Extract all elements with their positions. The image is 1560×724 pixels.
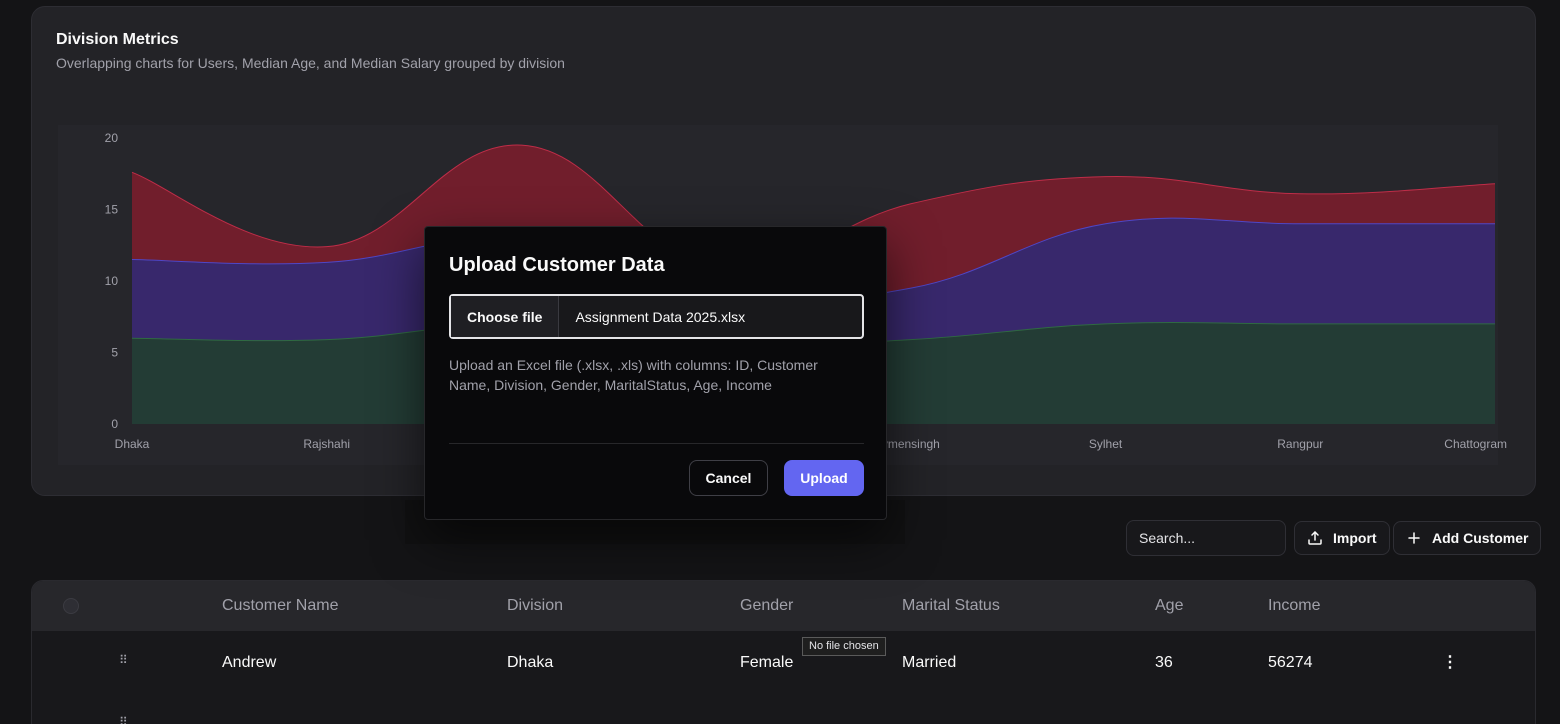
file-input[interactable]: Choose file Assignment Data 2025.xlsx bbox=[449, 294, 864, 339]
drag-handle-icon[interactable]: ⠿ bbox=[119, 653, 128, 667]
choose-file-button[interactable]: Choose file bbox=[451, 296, 560, 337]
upload-dialog: Upload Customer Data Choose file Assignm… bbox=[424, 226, 887, 520]
y-tick-label: 0 bbox=[111, 417, 118, 431]
y-tick-label: 10 bbox=[105, 274, 119, 288]
x-tick-label: Dhaka bbox=[115, 437, 150, 451]
x-tick-label: Rajshahi bbox=[303, 437, 350, 451]
table-row[interactable]: ⠿ Andrew Dhaka Female Married 36 56274 ⋮ bbox=[32, 631, 1535, 693]
cancel-button[interactable]: Cancel bbox=[689, 460, 768, 496]
cell-income: 56274 bbox=[1268, 654, 1313, 671]
y-tick-label: 20 bbox=[105, 131, 119, 145]
cell-customer-name: Andrew bbox=[222, 654, 277, 671]
x-tick-label: Sylhet bbox=[1089, 437, 1123, 451]
customers-table: Customer Name Division Gender Marital St… bbox=[31, 580, 1536, 724]
selected-file-name: Assignment Data 2025.xlsx bbox=[575, 308, 746, 325]
header-marital-status[interactable]: Marital Status bbox=[902, 597, 1000, 615]
header-gender[interactable]: Gender bbox=[740, 597, 793, 615]
file-input-tooltip: No file chosen bbox=[802, 637, 886, 656]
import-button[interactable]: Import bbox=[1294, 521, 1390, 555]
dialog-divider bbox=[449, 443, 864, 444]
cell-division: Dhaka bbox=[507, 654, 554, 671]
cell-marital-status: Married bbox=[902, 654, 957, 671]
search-input[interactable] bbox=[1126, 520, 1286, 556]
x-tick-label: ymensingh bbox=[882, 437, 940, 451]
x-tick-label: Rangpur bbox=[1277, 437, 1323, 451]
select-all-checkbox[interactable] bbox=[63, 598, 79, 614]
header-income[interactable]: Income bbox=[1268, 597, 1320, 615]
header-age[interactable]: Age bbox=[1155, 597, 1183, 615]
table-row[interactable]: ⠿ bbox=[32, 693, 1535, 724]
card-title: Division Metrics bbox=[56, 31, 179, 48]
upload-icon bbox=[1308, 531, 1322, 545]
add-customer-label: Add Customer bbox=[1432, 530, 1529, 546]
drag-handle-icon[interactable]: ⠿ bbox=[119, 715, 128, 724]
row-actions-icon[interactable]: ⋮ bbox=[1442, 652, 1458, 672]
add-customer-button[interactable]: Add Customer bbox=[1393, 521, 1542, 555]
upload-button[interactable]: Upload bbox=[784, 460, 864, 496]
cell-age: 36 bbox=[1155, 654, 1173, 671]
upload-help-text: Upload an Excel file (.xlsx, .xls) with … bbox=[449, 357, 818, 393]
plus-icon bbox=[1408, 532, 1420, 544]
card-subtitle: Overlapping charts for Users, Median Age… bbox=[56, 55, 565, 71]
y-tick-label: 15 bbox=[105, 203, 119, 217]
import-label: Import bbox=[1333, 530, 1377, 546]
table-header: Customer Name Division Gender Marital St… bbox=[32, 581, 1535, 631]
header-division[interactable]: Division bbox=[507, 597, 563, 615]
cell-gender: Female bbox=[740, 654, 794, 671]
y-tick-label: 5 bbox=[111, 346, 118, 360]
header-customer-name[interactable]: Customer Name bbox=[222, 597, 338, 615]
x-tick-label: Chattogram bbox=[1444, 437, 1507, 451]
dialog-title: Upload Customer Data bbox=[449, 254, 665, 276]
